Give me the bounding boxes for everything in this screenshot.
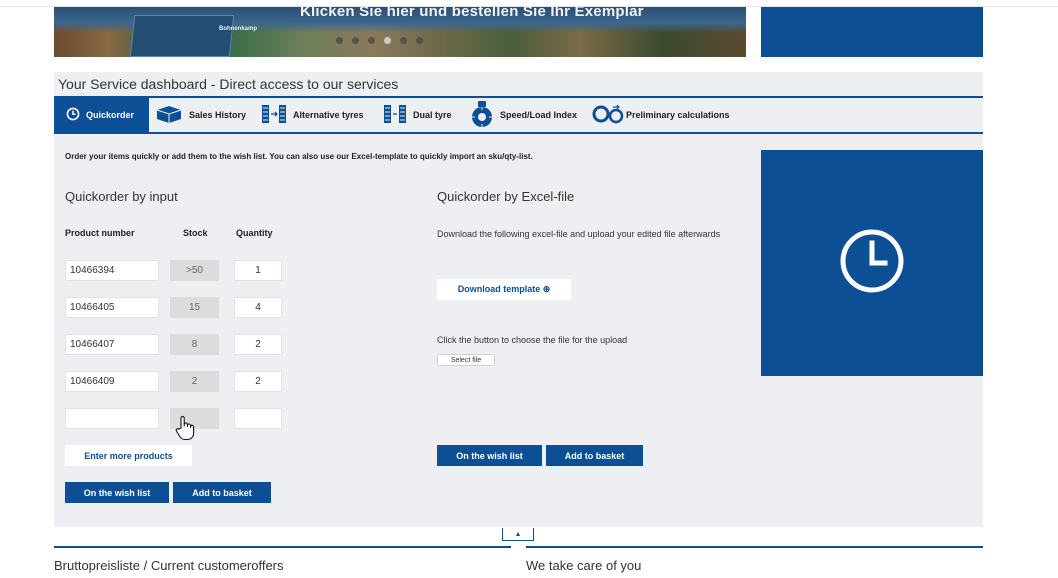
banner-box-label: Bohnenkamp bbox=[219, 26, 258, 32]
quantity-input[interactable]: 2 bbox=[234, 334, 282, 355]
tab-quickorder[interactable]: Quickorder bbox=[54, 98, 149, 132]
footer-care-section: We take care of you bbox=[526, 546, 983, 578]
clock-icon bbox=[66, 107, 80, 123]
banner-slide-dots bbox=[336, 37, 423, 44]
tyre-swap-icon bbox=[261, 104, 287, 126]
footer-pricelist-title[interactable]: Bruttopreisliste / Current customeroffer… bbox=[54, 558, 284, 573]
dual-tyre-icon bbox=[383, 104, 407, 126]
col-header-product: Product number bbox=[65, 228, 135, 238]
product-number-input[interactable]: 10466407 bbox=[65, 334, 159, 355]
banner-dot[interactable] bbox=[416, 37, 423, 44]
quickorder-illustration bbox=[761, 150, 983, 376]
tab-label: Alternative tyres bbox=[293, 110, 364, 120]
quantity-input[interactable]: 4 bbox=[234, 297, 282, 318]
quantity-input[interactable] bbox=[234, 408, 282, 429]
tab-label: Preliminary calculations bbox=[626, 110, 730, 120]
quantity-input[interactable]: 1 bbox=[234, 260, 282, 281]
product-number-input[interactable]: 10466409 bbox=[65, 371, 159, 392]
product-number-input[interactable]: 10466394 bbox=[65, 260, 159, 281]
product-number-input[interactable]: 10466405 bbox=[65, 297, 159, 318]
excel-add-to-basket-button[interactable]: Add to basket bbox=[546, 445, 643, 466]
banner-dot[interactable] bbox=[384, 37, 391, 44]
enter-more-products-button[interactable]: Enter more products bbox=[65, 445, 192, 466]
quickorder-intro: Order your items quickly or add them to … bbox=[65, 152, 533, 161]
dashboard-tabbar: Quickorder Sales History Alternative tyr… bbox=[54, 96, 983, 134]
tab-preliminary-calculations[interactable]: Preliminary calculations bbox=[592, 98, 730, 132]
wish-list-button[interactable]: On the wish list bbox=[65, 482, 169, 503]
banner-dot[interactable] bbox=[336, 37, 343, 44]
col-header-quantity: Quantity bbox=[236, 228, 273, 238]
banner-headline[interactable]: Klicken Sie hier und bestellen Sie Ihr E… bbox=[300, 7, 644, 20]
speed-load-icon bbox=[470, 100, 494, 130]
tab-label: Speed/Load Index bbox=[500, 110, 578, 120]
tab-dual-tyre[interactable]: Dual tyre bbox=[383, 98, 452, 132]
quickorder-input-heading: Quickorder by input bbox=[65, 189, 178, 204]
hand-cursor-icon bbox=[174, 415, 196, 446]
page: Bohnenkamp Klicken Sie hier und bestelle… bbox=[0, 0, 1058, 578]
tab-label: Sales History bbox=[189, 110, 247, 120]
add-to-basket-button[interactable]: Add to basket bbox=[173, 482, 271, 503]
quantity-input[interactable]: 2 bbox=[234, 371, 282, 392]
banner-product-box bbox=[129, 15, 235, 57]
clock-icon bbox=[838, 227, 906, 300]
banner-dot[interactable] bbox=[352, 37, 359, 44]
truck-icon bbox=[155, 104, 183, 126]
tab-alternative-tyres[interactable]: Alternative tyres bbox=[261, 98, 364, 132]
tab-speed-load-index[interactable]: Speed/Load Index bbox=[470, 98, 577, 132]
footer-pricelist-section: Bruttopreisliste / Current customeroffer… bbox=[54, 546, 511, 578]
excel-wish-list-button[interactable]: On the wish list bbox=[437, 445, 542, 466]
dashboard-title: Your Service dashboard - Direct access t… bbox=[58, 76, 399, 92]
stock-value: >50 bbox=[170, 260, 219, 281]
tab-sales-history[interactable]: Sales History bbox=[155, 98, 246, 132]
select-file-button[interactable]: Select file bbox=[437, 354, 495, 366]
col-header-stock: Stock bbox=[183, 228, 208, 238]
stock-value: 2 bbox=[170, 371, 219, 392]
footer-care-title[interactable]: We take care of you bbox=[526, 558, 641, 573]
calculation-icon bbox=[592, 104, 624, 126]
banner-dot[interactable] bbox=[368, 37, 375, 44]
quickorder-excel-heading: Quickorder by Excel-file bbox=[437, 189, 575, 204]
collapse-toggle[interactable]: ▲ bbox=[502, 528, 534, 541]
download-template-button[interactable]: Download template ⊕ bbox=[437, 279, 571, 300]
tab-label: Dual tyre bbox=[413, 110, 452, 120]
product-number-input[interactable] bbox=[65, 408, 159, 429]
banner-side-panel[interactable] bbox=[761, 7, 983, 57]
promo-banner[interactable]: Bohnenkamp Klicken Sie hier und bestelle… bbox=[54, 7, 746, 57]
banner-dot[interactable] bbox=[400, 37, 407, 44]
tab-label: Quickorder bbox=[86, 110, 135, 120]
download-instructions: Download the following excel-file and up… bbox=[437, 229, 721, 239]
stock-value: 8 bbox=[170, 334, 219, 355]
stock-value: 15 bbox=[170, 297, 219, 318]
upload-instructions: Click the button to choose the file for … bbox=[437, 335, 628, 345]
